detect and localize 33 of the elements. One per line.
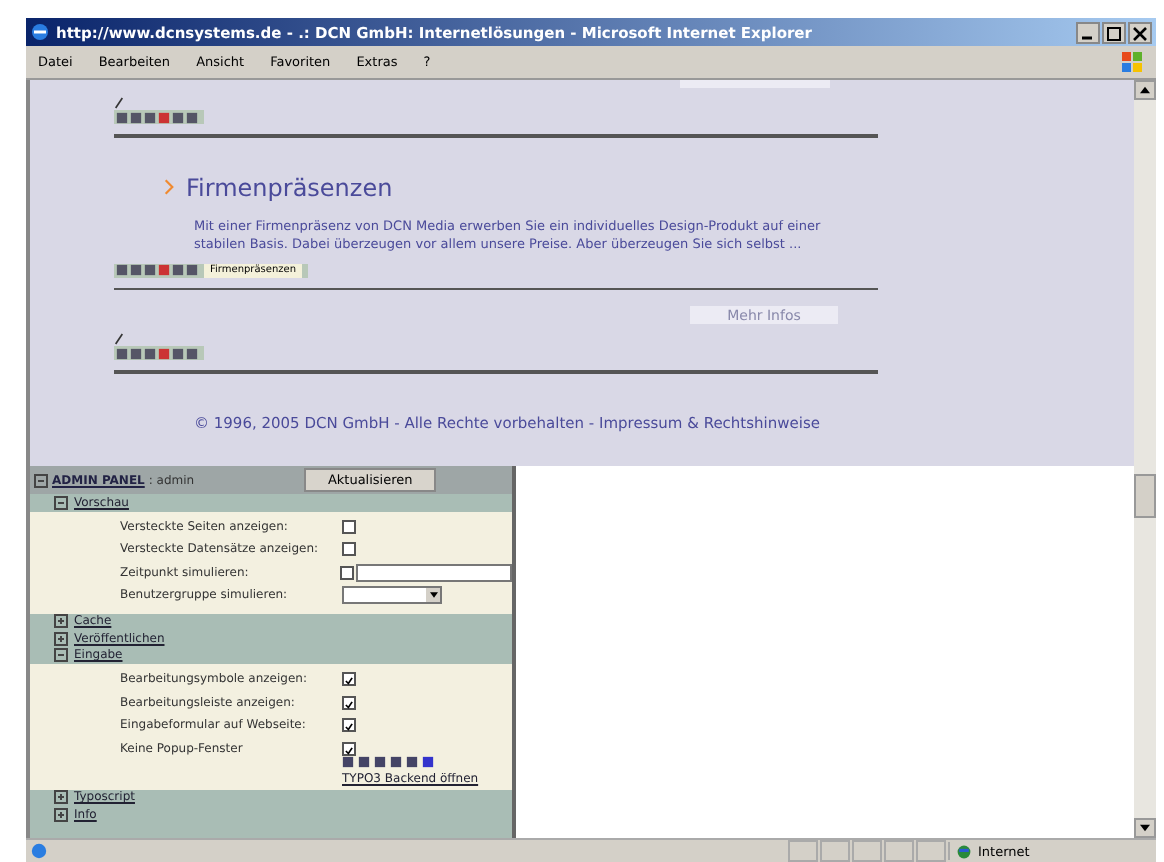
checkbox[interactable] — [342, 672, 356, 687]
caret-icon — [429, 592, 437, 599]
minimize-button[interactable] — [1076, 21, 1100, 43]
vertical-scrollbar[interactable] — [1134, 80, 1156, 838]
collapse-icon[interactable] — [34, 473, 48, 487]
checkbox[interactable] — [342, 718, 356, 733]
windows-logo-icon — [1120, 50, 1144, 74]
maximize-icon — [1106, 25, 1122, 41]
date-input-field[interactable] — [356, 563, 512, 582]
checkbox[interactable] — [342, 519, 356, 534]
expand-icon[interactable] — [54, 807, 68, 822]
maximize-button[interactable] — [1102, 21, 1126, 43]
scroll-up-button[interactable] — [1134, 80, 1156, 100]
checkbox[interactable] — [342, 695, 356, 710]
checkbox[interactable] — [342, 741, 356, 756]
expand-icon[interactable] — [54, 614, 68, 629]
checkbox[interactable] — [342, 542, 356, 557]
chevron-icon — [164, 178, 174, 196]
pencil-icon[interactable] — [114, 96, 124, 110]
expand-icon[interactable] — [54, 790, 68, 805]
pencil-icon[interactable] — [114, 332, 124, 346]
close-icon — [1132, 25, 1148, 41]
globe-icon — [956, 843, 972, 859]
collapse-icon[interactable] — [54, 648, 68, 663]
browser-icon — [30, 22, 50, 42]
scrollbar-thumb[interactable] — [1134, 474, 1156, 518]
section-heading: Firmenpräsenzen — [186, 173, 393, 201]
checkbox[interactable] — [340, 565, 354, 580]
scroll-down-button[interactable] — [1134, 818, 1156, 838]
close-button[interactable] — [1128, 21, 1152, 43]
expand-icon[interactable] — [54, 631, 68, 646]
group-dropdown[interactable] — [342, 586, 442, 605]
collapse-icon[interactable] — [54, 495, 68, 510]
